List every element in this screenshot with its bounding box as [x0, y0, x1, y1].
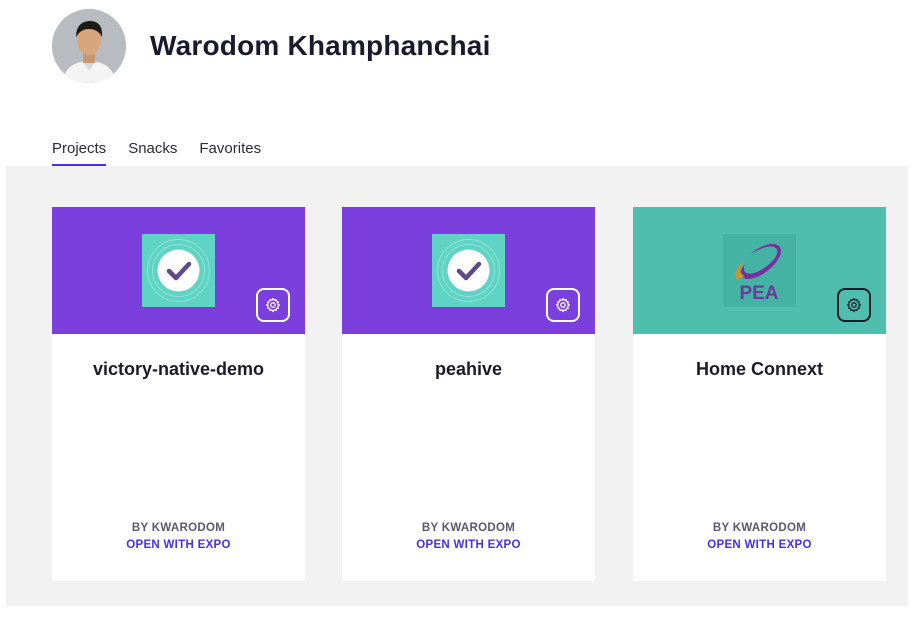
project-banner [342, 207, 595, 334]
project-footer: BY KWARODOM OPEN WITH EXPO [342, 522, 595, 551]
project-card[interactable]: peahive BY KWARODOM OPEN WITH EXPO [342, 207, 595, 581]
tab-favorites[interactable]: Favorites [199, 140, 261, 166]
check-icon [432, 234, 505, 307]
tab-snacks[interactable]: Snacks [128, 140, 177, 166]
project-owner: BY KWARODOM [131, 522, 226, 534]
settings-button[interactable] [256, 288, 290, 322]
projects-panel: victory-native-demo BY KWARODOM OPEN WIT… [6, 166, 908, 606]
project-title[interactable]: Home Connext [633, 359, 886, 380]
settings-button[interactable] [546, 288, 580, 322]
gear-icon [265, 297, 281, 313]
project-owner: BY KWARODOM [712, 522, 807, 534]
open-with-expo-link[interactable]: OPEN WITH EXPO [633, 539, 886, 551]
tab-projects[interactable]: Projects [52, 140, 107, 166]
project-banner: PEA [633, 207, 886, 334]
check-icon [142, 234, 215, 307]
settings-button[interactable] [837, 288, 871, 322]
user-name: Warodom Khamphanchai [150, 30, 491, 61]
gear-icon [846, 297, 862, 313]
project-card[interactable]: victory-native-demo BY KWARODOM OPEN WIT… [52, 207, 305, 581]
open-with-expo-link[interactable]: OPEN WITH EXPO [52, 539, 305, 551]
project-owner: BY KWARODOM [421, 522, 516, 534]
project-card[interactable]: PEA Home Connext BY KWARODOM OPEN WITH E… [633, 207, 886, 581]
project-footer: BY KWARODOM OPEN WITH EXPO [633, 522, 886, 551]
project-title[interactable]: victory-native-demo [52, 359, 305, 380]
project-footer: BY KWARODOM OPEN WITH EXPO [52, 522, 305, 551]
project-banner [52, 207, 305, 334]
profile-tabs: Projects Snacks Favorites [52, 140, 261, 166]
pea-logo-icon: PEA [723, 234, 796, 307]
pea-logo-text: PEA [739, 283, 778, 304]
avatar [52, 9, 126, 83]
project-title[interactable]: peahive [342, 359, 595, 380]
profile-header: Warodom Khamphanchai [52, 9, 491, 83]
gear-icon [555, 297, 571, 313]
open-with-expo-link[interactable]: OPEN WITH EXPO [342, 539, 595, 551]
